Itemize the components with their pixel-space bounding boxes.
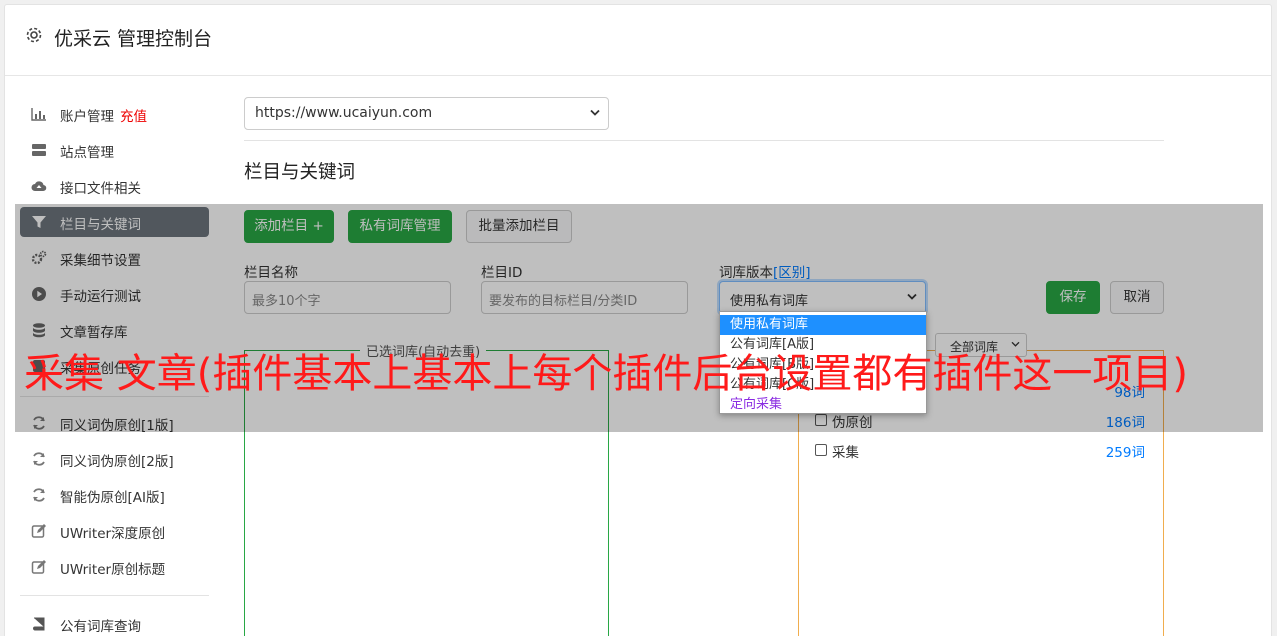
dropdown-option[interactable]: 公有词库[C版] xyxy=(720,375,926,395)
database-icon xyxy=(33,323,45,338)
column-name-label: 栏目名称 xyxy=(244,265,298,281)
sidebar-item-label: 手动运行测试 xyxy=(60,289,141,305)
sidebar-item-synonym-v2[interactable]: 同义词伪原创[2版] xyxy=(20,444,209,474)
cloud-upload-icon xyxy=(31,181,47,192)
sidebar-item-synonym-v1[interactable]: 同义词伪原创[1版] xyxy=(20,408,209,438)
selected-library-box[interactable] xyxy=(244,350,609,636)
sidebar-item-account[interactable]: 账户管理 充值 xyxy=(20,99,209,129)
sidebar-item-label: 采集细节设置 xyxy=(60,253,141,269)
refresh-icon xyxy=(33,416,45,430)
dropdown-option[interactable]: 使用私有词库 xyxy=(720,315,926,335)
sidebar-item-label: 同义词伪原创[2版] xyxy=(60,454,174,470)
library-item[interactable]: 采集 259词 xyxy=(815,441,1145,461)
chevron-down-icon xyxy=(590,109,600,116)
sidebar-divider xyxy=(20,396,209,397)
section-title: 栏目与关键词 xyxy=(244,162,356,183)
gear-icon xyxy=(26,27,42,43)
library-version-label: 词库版本[区别] xyxy=(719,265,811,281)
dropdown-option[interactable]: 公有词库[B版] xyxy=(720,355,926,375)
sidebar-item-columns[interactable]: 栏目与关键词 xyxy=(20,207,209,237)
library-filter-select[interactable]: 全部词库 xyxy=(935,333,1027,357)
site-select-value: https://www.ucaiyun.com xyxy=(255,105,433,121)
library-filter-value: 全部词库 xyxy=(950,340,999,354)
sidebar-item-label: 同义词伪原创[1版] xyxy=(60,418,174,434)
sidebar-item-label: 接口文件相关 xyxy=(60,181,141,197)
chevron-down-icon xyxy=(907,293,917,300)
column-name-placeholder: 最多10个字 xyxy=(252,294,321,309)
sidebar-item-uwriter-deep[interactable]: UWriter深度原创 xyxy=(20,516,209,546)
column-name-input[interactable]: 最多10个字 xyxy=(244,281,451,314)
private-library-button[interactable]: 私有词库管理 xyxy=(348,210,452,243)
sidebar-item-label: 公有词库查询 xyxy=(60,619,141,635)
divider xyxy=(244,140,1164,141)
bar-chart-icon xyxy=(31,108,46,121)
add-column-button[interactable]: 添加栏目 + xyxy=(244,210,334,243)
page-title: 优采云 管理控制台 xyxy=(54,28,213,50)
gears-icon xyxy=(31,250,47,265)
difference-link[interactable]: [区别] xyxy=(773,265,811,281)
refresh-icon xyxy=(33,488,45,502)
sidebar-item-label: UWriter深度原创 xyxy=(60,526,166,542)
sidebar-item-uwriter-title[interactable]: UWriter原创标题 xyxy=(20,552,209,582)
dropdown-option[interactable]: 定向采集 xyxy=(720,395,926,415)
batch-add-button[interactable]: 批量添加栏目 xyxy=(466,210,572,243)
sidebar-item-interface[interactable]: 接口文件相关 xyxy=(20,171,209,201)
library-version-select[interactable]: 使用私有词库 xyxy=(719,281,926,314)
sidebar-item-label: 智能伪原创[AI版] xyxy=(60,490,165,506)
edit-icon xyxy=(31,524,46,538)
sidebar-item-label: 账户管理 xyxy=(60,109,114,125)
library-checkbox[interactable] xyxy=(815,444,827,456)
edit-icon xyxy=(31,560,46,574)
sidebar-item-label: 栏目与关键词 xyxy=(60,217,141,233)
cancel-button[interactable]: 取消 xyxy=(1110,281,1164,314)
recharge-link[interactable]: 充值 xyxy=(120,109,147,125)
column-id-input[interactable]: 要发布的目标栏目/分类ID xyxy=(481,281,688,314)
library-version-dropdown[interactable]: 使用私有词库 公有词库[A版] 公有词库[B版] 公有词库[C版] 定向采集 xyxy=(719,311,927,414)
sidebar-item-tasks[interactable]: 采集原创任务 xyxy=(20,351,209,381)
server-icon xyxy=(32,144,46,156)
sidebar-item-label: 采集原创任务 xyxy=(60,361,141,377)
column-id-label: 栏目ID xyxy=(481,265,523,281)
library-name: 采集 xyxy=(832,445,859,461)
sidebar-item-public-lib[interactable]: 公有词库查询 xyxy=(20,609,209,636)
library-count[interactable]: 98词 xyxy=(1114,381,1145,401)
filter-icon xyxy=(32,216,46,228)
sidebar-item-label: 文章暂存库 xyxy=(60,325,128,341)
column-id-placeholder: 要发布的目标栏目/分类ID xyxy=(489,294,638,309)
site-select[interactable]: https://www.ucaiyun.com xyxy=(244,97,609,130)
sidebar-item-sites[interactable]: 站点管理 xyxy=(20,135,209,165)
sidebar-divider xyxy=(20,595,209,596)
play-circle-icon xyxy=(32,287,46,301)
library-count[interactable]: 259词 xyxy=(1106,441,1145,461)
book-icon xyxy=(33,617,45,631)
sidebar-item-manual-run[interactable]: 手动运行测试 xyxy=(20,279,209,309)
library-count[interactable]: 186词 xyxy=(1106,411,1145,431)
sidebar-item-ai[interactable]: 智能伪原创[AI版] xyxy=(20,480,209,510)
sidebar-item-collect-settings[interactable]: 采集细节设置 xyxy=(20,243,209,273)
sidebar-item-label: 站点管理 xyxy=(60,145,114,161)
save-button[interactable]: 保存 xyxy=(1046,281,1100,314)
chevron-down-icon xyxy=(1011,341,1020,347)
selected-library-title: 已选词库(自动去重) xyxy=(360,341,487,360)
library-version-value: 使用私有词库 xyxy=(730,294,809,309)
tasks-icon xyxy=(33,360,45,372)
sidebar-item-article-store[interactable]: 文章暂存库 xyxy=(20,315,209,345)
sidebar-item-label: UWriter原创标题 xyxy=(60,562,166,578)
refresh-icon xyxy=(33,452,45,466)
library-checkbox[interactable] xyxy=(815,414,827,426)
header: 优采云 管理控制台 xyxy=(5,5,1271,76)
dropdown-option[interactable]: 公有词库[A版] xyxy=(720,335,926,355)
